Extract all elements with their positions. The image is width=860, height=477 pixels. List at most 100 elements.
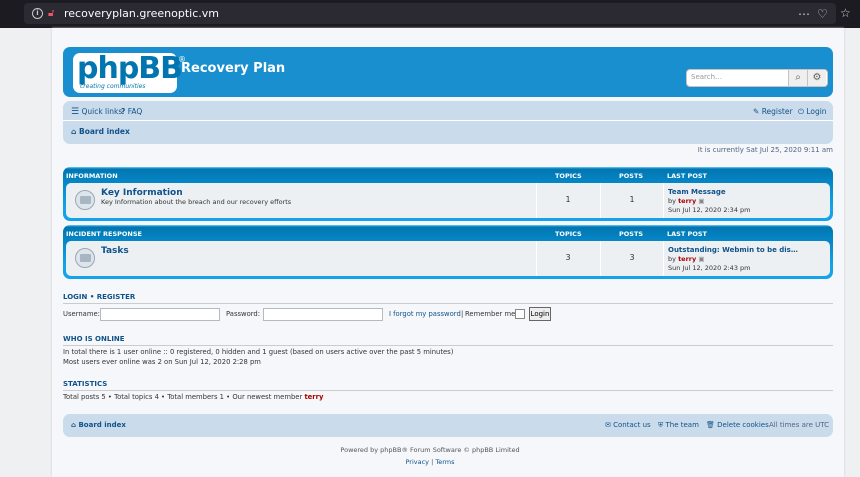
pencil-icon: ✎ (753, 107, 760, 116)
password-field[interactable] (263, 308, 383, 321)
register-label: Register (761, 107, 793, 116)
divider (600, 241, 601, 276)
statistics-text: Total posts 5 • Total topics 4 • Total m… (63, 393, 303, 401)
category-header: INCIDENT RESPONSE TOPICS POSTS LAST POST (63, 229, 833, 241)
who-is-online-heading[interactable]: WHO IS ONLINE (63, 335, 833, 346)
terms-link[interactable]: Terms (435, 458, 454, 466)
category-information: INFORMATION TOPICS POSTS LAST POST Key I… (63, 167, 833, 221)
forum-title[interactable]: Tasks (101, 246, 129, 256)
star-icon[interactable]: ☆ (840, 6, 851, 20)
site-header: phpBB creating communities ® Recovery Pl… (63, 47, 833, 97)
last-post-author: by terry ▣ (668, 255, 704, 263)
shield-icon: ⛨ (658, 421, 664, 429)
col-posts: POSTS (619, 230, 644, 238)
col-topics: TOPICS (555, 230, 582, 238)
posts-count: 1 (629, 195, 635, 204)
forum-description: Key Information about the breach and our… (101, 198, 292, 206)
last-post-title-text: Outstanding: Webmin to be dis… (668, 246, 798, 254)
footer-board-index[interactable]: ⌂ Board index (71, 421, 126, 429)
delete-cookies-label: Delete cookies (717, 421, 769, 429)
last-post-user[interactable]: terry (678, 197, 696, 205)
delete-cookies-link[interactable]: 🗑︎ Delete cookies (706, 421, 769, 429)
logo-text: phpBB (77, 51, 183, 86)
password-label: Password: (226, 310, 261, 318)
remember-me-label: Remember me (465, 310, 516, 318)
divider (600, 183, 601, 218)
contact-us-label: Contact us (613, 421, 651, 429)
nav-row: ☰ Quick links ? FAQ ✎ Register ⏻ Login (63, 101, 833, 121)
contact-us-link[interactable]: ✉ Contact us (605, 421, 651, 429)
home-icon: ⌂ (71, 127, 77, 136)
forum-title[interactable]: Key Information (101, 188, 183, 198)
more-icon[interactable]: ⋯ (798, 7, 810, 21)
forum-row: Tasks 3 3 Outstanding: Webmin to be dis…… (66, 241, 830, 276)
search-input[interactable]: Search… (691, 73, 722, 81)
footer-nav: ⌂ Board index ✉ Contact us ⛨ The team 🗑︎… (63, 414, 833, 437)
pocket-icon[interactable]: ♡ (817, 7, 828, 21)
site-title: Recovery Plan (181, 61, 286, 76)
by-label: by (668, 197, 676, 205)
info-icon[interactable]: i (32, 8, 43, 19)
heading-separator: • (89, 293, 95, 301)
search-box: Search… ⌕ ⚙ (686, 69, 828, 87)
the-team-label: The team (665, 421, 699, 429)
category-title[interactable]: INFORMATION (66, 172, 118, 180)
browser-toolbar: i 🔓︎ recoveryplan.greenoptic.vm ⋯ ♡ ☆ (0, 0, 860, 28)
last-post-title[interactable]: Team Message (668, 188, 726, 196)
board-index-label: Board index (79, 127, 130, 136)
quick-links-menu[interactable]: ☰ Quick links (71, 107, 122, 117)
last-post-title-text: Team Message (668, 188, 726, 196)
newest-member-link[interactable]: terry (304, 393, 323, 401)
url-text[interactable]: recoveryplan.greenoptic.vm (64, 7, 219, 20)
category-header: INFORMATION TOPICS POSTS LAST POST (63, 171, 833, 183)
divider (663, 241, 664, 276)
topics-count: 3 (565, 253, 571, 262)
by-label: by (668, 255, 676, 263)
search-icon[interactable]: ⌕ (788, 70, 807, 86)
register-heading-link[interactable]: REGISTER (97, 293, 136, 301)
faq-link[interactable]: ? FAQ (121, 107, 142, 116)
forum-read-icon (75, 248, 95, 268)
remember-me-checkbox[interactable] (515, 309, 525, 319)
question-icon: ? (121, 107, 126, 116)
category-title[interactable]: INCIDENT RESPONSE (66, 230, 142, 238)
login-button[interactable]: Login (529, 307, 551, 321)
advanced-search-icon[interactable]: ⚙ (807, 70, 826, 86)
hamburger-icon: ☰ (71, 107, 80, 117)
login-link[interactable]: ⏻ Login (798, 107, 827, 117)
current-time: It is currently Sat Jul 25, 2020 9:11 am (697, 146, 833, 154)
last-post-title[interactable]: Outstanding: Webmin to be dis… (668, 246, 798, 254)
username-field[interactable] (100, 308, 220, 321)
view-post-icon[interactable]: ▣ (698, 197, 704, 205)
address-bar[interactable]: i 🔓︎ recoveryplan.greenoptic.vm ⋯ ♡ (24, 3, 836, 24)
statistics-line: Total posts 5 • Total topics 4 • Total m… (63, 393, 323, 401)
last-post-author: by terry ▣ (668, 197, 704, 205)
divider (663, 183, 664, 218)
col-posts: POSTS (619, 172, 644, 180)
register-link[interactable]: ✎ Register (753, 107, 793, 116)
username-label: Username: (63, 310, 100, 318)
power-icon: ⏻ (798, 107, 804, 116)
divider (536, 183, 537, 218)
view-post-icon[interactable]: ▣ (698, 255, 704, 263)
forum-read-icon (75, 190, 95, 210)
the-team-link[interactable]: ⛨ The team (658, 421, 699, 430)
login-heading: LOGIN • REGISTER (63, 293, 833, 304)
privacy-link[interactable]: Privacy (405, 458, 429, 466)
login-heading-link[interactable]: LOGIN (63, 293, 87, 301)
envelope-icon: ✉ (605, 421, 611, 429)
statistics-heading: STATISTICS (63, 380, 833, 391)
last-post-user[interactable]: terry (678, 255, 696, 263)
divider (536, 241, 537, 276)
last-post-date: Sun Jul 12, 2020 2:34 pm (668, 206, 751, 214)
insecure-lock-icon[interactable]: 🔓︎ (48, 8, 58, 19)
col-last-post: LAST POST (667, 230, 707, 238)
home-icon: ⌂ (71, 421, 77, 429)
breadcrumb-board-index[interactable]: ⌂ Board index (71, 127, 130, 136)
copyright: Powered by phpBB® Forum Software © phpBB… (340, 446, 520, 454)
footer-separator: | (431, 458, 434, 466)
phpbb-logo[interactable]: phpBB creating communities (73, 51, 183, 93)
posts-count: 3 (629, 253, 635, 262)
forgot-password-link[interactable]: I forgot my password (389, 310, 461, 318)
quick-links-label: Quick links (81, 107, 123, 116)
